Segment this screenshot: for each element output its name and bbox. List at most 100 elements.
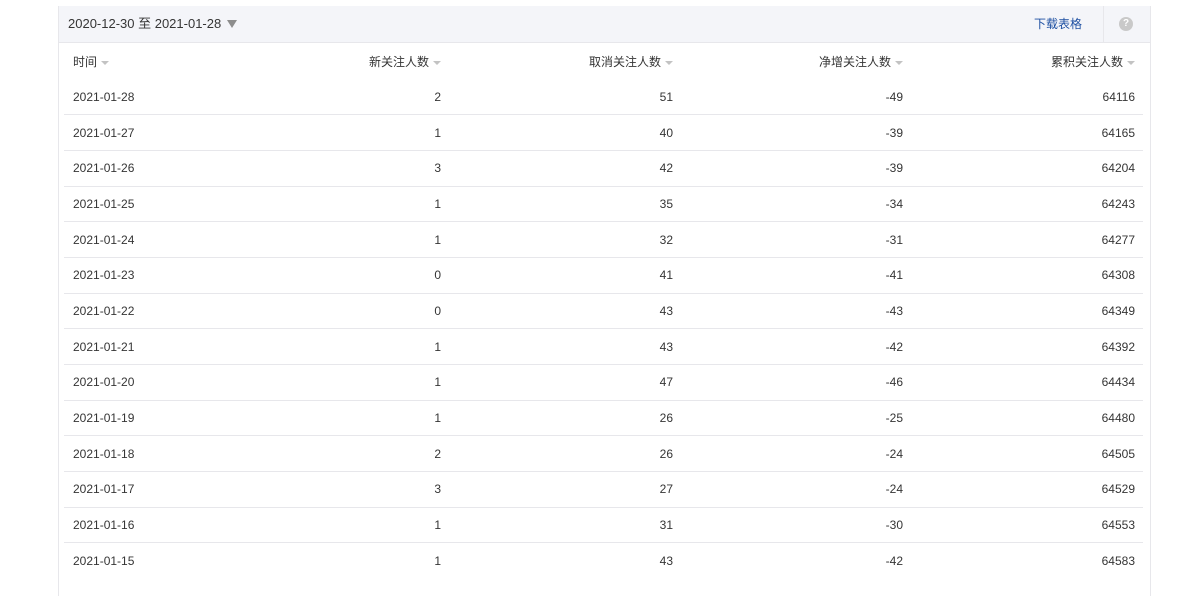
- cell-unfollows: 27: [449, 471, 681, 508]
- sort-icon: [895, 61, 903, 66]
- header-date[interactable]: 时间: [64, 43, 224, 79]
- table-row: 2021-01-27 1 40 -39 64165: [64, 114, 1143, 151]
- cell-net-growth: -39: [681, 114, 911, 151]
- cell-unfollows: 31: [449, 507, 681, 544]
- cell-cumulative: 64204: [911, 150, 1143, 187]
- cell-cumulative: 64277: [911, 221, 1143, 258]
- cell-new-followers: 1: [224, 507, 449, 544]
- cell-date: 2021-01-25: [64, 186, 224, 223]
- toolbar-divider: [1103, 6, 1104, 42]
- cell-date: 2021-01-26: [64, 150, 224, 187]
- header-new-followers[interactable]: 新关注人数: [224, 43, 449, 79]
- cell-cumulative: 64349: [911, 293, 1143, 330]
- cell-cumulative: 64505: [911, 435, 1143, 473]
- cell-date: 2021-01-17: [64, 471, 224, 508]
- cell-unfollows: 43: [449, 293, 681, 330]
- cell-unfollows: 32: [449, 221, 681, 258]
- sort-icon: [665, 61, 673, 66]
- help-icon[interactable]: ?: [1119, 17, 1133, 31]
- date-range-selector[interactable]: 2020-12-30 至 2021-01-28: [68, 6, 238, 42]
- cell-new-followers: 1: [224, 114, 449, 151]
- table-row: 2021-01-18 2 26 -24 64505: [64, 435, 1143, 473]
- cell-new-followers: 2: [224, 79, 449, 116]
- cell-unfollows: 41: [449, 257, 681, 294]
- header-label: 新关注人数: [368, 54, 429, 69]
- sort-icon: [1127, 61, 1135, 66]
- cell-date: 2021-01-28: [64, 79, 224, 116]
- cell-date: 2021-01-15: [73, 554, 135, 569]
- cell-date: 2021-01-27: [64, 114, 224, 151]
- header-label: 累积关注人数: [1050, 54, 1123, 69]
- table-row: 2021-01-26 3 42 -39 64204: [64, 150, 1143, 187]
- cell-net-growth: -49: [681, 79, 911, 116]
- cell-net-growth: -30: [681, 507, 911, 544]
- cell-net-growth: -34: [681, 186, 911, 223]
- cell-new-followers: 0: [224, 293, 449, 330]
- cell-cumulative: 64529: [911, 471, 1143, 508]
- table-body: 2021-01-28 2 51 -49 64116 2021-01-27 1 40 -39 641…: [64, 79, 1143, 579]
- cell-unfollows: 35: [449, 186, 681, 223]
- cell-date: 2021-01-16: [64, 507, 224, 544]
- cell-cumulative: 64165: [911, 114, 1143, 151]
- cell-new-followers: 1: [224, 364, 449, 401]
- table-row: 2021-01-19 1 26 -25 64480: [64, 400, 1143, 437]
- table-row: 2021-01-25 1 35 -34 64243: [64, 186, 1143, 223]
- table-row: 2021-01-23 0 41 -41 64308: [64, 257, 1143, 294]
- cell-net-growth: -31: [681, 221, 911, 258]
- cell-new-followers: 3: [224, 150, 449, 187]
- sort-icon: [101, 61, 110, 66]
- header-label: 时间: [73, 54, 98, 69]
- table-row: 2021-01-28 2 51 -49 64116: [64, 79, 1143, 116]
- cell-cumulative: 64480: [911, 400, 1143, 437]
- cell-unfollows: 40: [449, 114, 681, 151]
- cell-net-growth: -42: [885, 554, 903, 569]
- header-net-growth[interactable]: 净增关注人数: [681, 43, 911, 79]
- cell-new-followers: 1: [224, 221, 449, 258]
- table-row: 2021-01-20 1 47 -46 64434: [64, 364, 1143, 401]
- cell-cumulative: 64243: [911, 186, 1143, 223]
- table-row: 2021-01-15 1 43 -42 64583: [64, 543, 1143, 579]
- date-range-text: 2020-12-30 至 2021-01-28: [68, 16, 222, 31]
- cell-unfollows: 42: [449, 150, 681, 187]
- cell-new-followers: 1: [224, 328, 449, 365]
- cell-net-growth: -42: [681, 328, 911, 365]
- table-header-row: 时间 新关注人数 取消关注人数 净增关注人数 累积关注人数: [64, 43, 1143, 79]
- cell-unfollows: 26: [449, 435, 681, 473]
- sort-icon: [433, 61, 441, 66]
- cell-net-growth: -24: [681, 471, 911, 508]
- header-cumulative[interactable]: 累积关注人数: [911, 43, 1143, 79]
- table-toolbar: 2020-12-30 至 2021-01-28 下载表格 ?: [59, 6, 1150, 43]
- cell-net-growth: -41: [681, 257, 911, 294]
- header-label: 取消关注人数: [588, 54, 661, 69]
- cell-new-followers: 3: [224, 471, 449, 508]
- cell-net-growth: -46: [681, 364, 911, 401]
- table-row: 2021-01-21 1 43 -42 64392: [64, 328, 1143, 365]
- table-row: 2021-01-22 0 43 -43 64349: [64, 293, 1143, 330]
- caret-down-icon: [227, 19, 238, 28]
- cell-cumulative: 64583: [1101, 554, 1135, 569]
- cell-date: 2021-01-24: [64, 221, 224, 258]
- cell-net-growth: -24: [681, 435, 911, 473]
- cell-net-growth: -25: [681, 400, 911, 437]
- table-row: 2021-01-24 1 32 -31 64277: [64, 221, 1143, 258]
- cell-new-followers: 0: [224, 257, 449, 294]
- cell-new-followers: 1: [434, 554, 441, 569]
- cell-unfollows: 26: [449, 400, 681, 437]
- header-unfollows[interactable]: 取消关注人数: [449, 43, 681, 79]
- cell-date: 2021-01-23: [64, 257, 224, 294]
- table-row: 2021-01-16 1 31 -30 64553: [64, 507, 1143, 544]
- followers-table: 时间 新关注人数 取消关注人数 净增关注人数 累积关注人数 2021-01-28…: [64, 43, 1143, 579]
- cell-net-growth: -43: [681, 293, 911, 330]
- cell-cumulative: 64392: [911, 328, 1143, 365]
- cell-cumulative: 64553: [911, 507, 1143, 544]
- cell-cumulative: 64116: [911, 79, 1143, 116]
- cell-unfollows: 43: [449, 328, 681, 365]
- cell-new-followers: 2: [224, 435, 449, 473]
- table-row: 2021-01-17 3 27 -24 64529: [64, 471, 1143, 508]
- cell-unfollows: 51: [449, 79, 681, 116]
- cell-unfollows: 43: [659, 554, 673, 569]
- cell-cumulative: 64308: [911, 257, 1143, 294]
- cell-net-growth: -39: [681, 150, 911, 187]
- cell-new-followers: 1: [224, 186, 449, 223]
- download-table-link[interactable]: 下载表格: [1034, 6, 1082, 42]
